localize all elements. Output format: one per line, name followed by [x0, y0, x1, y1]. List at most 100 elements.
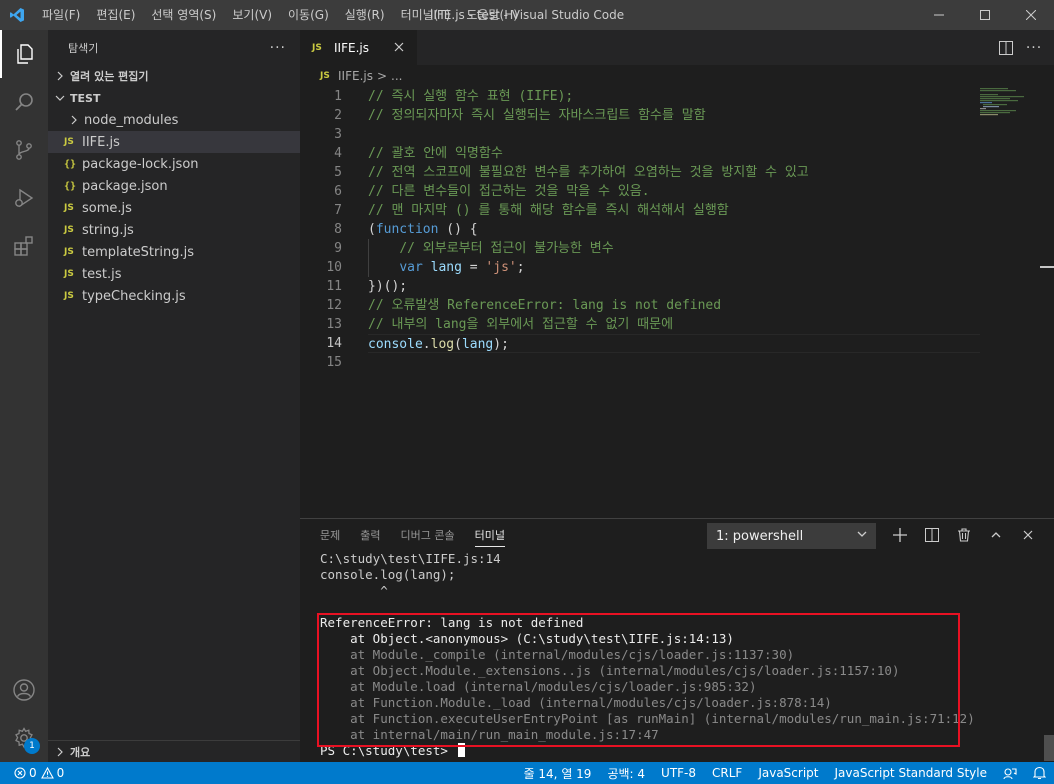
- close-window-button[interactable]: [1008, 0, 1054, 30]
- line-number: 8: [334, 222, 342, 237]
- comment: // 맨 마지막 () 를 통해 해당 함수를 즉시 해석해서 실행함: [368, 203, 729, 218]
- function-call: log: [430, 337, 455, 352]
- code-line: 13 // 내부의 lang을 외부에서 접근할 수 없기 때문에: [300, 315, 980, 334]
- line-number: 2: [334, 108, 342, 123]
- menu-bar: 파일(F) 편집(E) 선택 영역(S) 보기(V) 이동(G) 실행(R) 터…: [34, 0, 526, 30]
- chevron-up-icon: [991, 532, 1001, 538]
- activity-bar-bottom: 1: [0, 666, 48, 762]
- status-eol[interactable]: CRLF: [704, 766, 750, 780]
- tree-item-test-js[interactable]: JS test.js: [48, 263, 300, 285]
- feedback-button[interactable]: [995, 766, 1025, 780]
- source-control-button[interactable]: [0, 126, 48, 174]
- menu-go[interactable]: 이동(G): [280, 0, 337, 30]
- variable: lang: [430, 260, 462, 275]
- accounts-button[interactable]: [0, 666, 48, 714]
- close-tab-button[interactable]: [391, 39, 407, 55]
- vscode-logo-icon: [0, 0, 34, 30]
- maximize-button[interactable]: [962, 0, 1008, 30]
- tree-item-package-json[interactable]: {} package.json: [48, 175, 300, 197]
- tab-iife-js[interactable]: JS IIFE.js: [300, 30, 417, 65]
- line-number: 15: [326, 355, 342, 370]
- menu-selection[interactable]: 선택 영역(S): [143, 0, 224, 30]
- tree-item-templatestring-js[interactable]: JS templateString.js: [48, 241, 300, 263]
- line-number: 5: [334, 165, 342, 180]
- outline-section[interactable]: 개요: [48, 740, 300, 762]
- kill-terminal-button[interactable]: [948, 528, 980, 542]
- error-count: 0: [29, 766, 37, 780]
- tree-item-label: some.js: [82, 200, 132, 216]
- menu-help[interactable]: 도움말(H): [458, 0, 526, 30]
- punctuation: })();: [368, 279, 408, 294]
- js-file-icon: JS: [64, 225, 74, 235]
- tree-item-typechecking-js[interactable]: JS typeChecking.js: [48, 285, 300, 307]
- js-file-icon: JS: [64, 137, 74, 147]
- notifications-button[interactable]: [1025, 766, 1054, 780]
- tree-item-package-lock-json[interactable]: {} package-lock.json: [48, 153, 300, 175]
- js-file-icon: JS: [64, 291, 74, 301]
- maximize-panel-button[interactable]: [980, 529, 1012, 541]
- status-problems[interactable]: 0 0: [0, 766, 64, 780]
- tree-item-node-modules[interactable]: node_modules: [48, 109, 300, 131]
- close-icon: [1023, 530, 1033, 540]
- menu-file[interactable]: 파일(F): [34, 0, 88, 30]
- line-number: 1: [334, 89, 342, 104]
- tree-item-iife-js[interactable]: JS IIFE.js: [48, 131, 300, 153]
- tab-problems[interactable]: 문제: [320, 519, 340, 551]
- status-cursor-position[interactable]: 줄 14, 열 19: [516, 765, 600, 782]
- menu-edit[interactable]: 편집(E): [88, 0, 143, 30]
- close-panel-button[interactable]: [1012, 530, 1044, 540]
- outline-label: 개요: [70, 745, 91, 759]
- chevron-down-icon: [52, 94, 68, 102]
- tab-debug-console[interactable]: 디버그 콘솔: [401, 519, 455, 551]
- explorer-button[interactable]: [0, 30, 48, 78]
- paren: (: [368, 222, 376, 237]
- tree-item-string-js[interactable]: JS string.js: [48, 219, 300, 241]
- minimap[interactable]: [980, 87, 1040, 117]
- run-debug-button[interactable]: [0, 174, 48, 222]
- split-editor-button[interactable]: [992, 40, 1020, 55]
- more-actions-icon[interactable]: ···: [270, 40, 286, 56]
- json-file-icon: {}: [64, 180, 77, 192]
- folder-label: TEST: [70, 91, 101, 105]
- tree-item-label: string.js: [82, 222, 134, 238]
- dot: .: [422, 337, 431, 352]
- comment: // 전역 스코프에 불필요한 변수를 추가하여 오염하는 것을 방지할 수 있…: [368, 165, 809, 180]
- plus-icon: [893, 528, 907, 542]
- status-indentation[interactable]: 공백: 4: [599, 765, 653, 782]
- settings-badge: 1: [24, 738, 40, 754]
- settings-button[interactable]: 1: [0, 714, 48, 762]
- status-language[interactable]: JavaScript: [750, 766, 826, 780]
- split-terminal-button[interactable]: [916, 528, 948, 542]
- split-icon: [925, 528, 939, 542]
- open-editors-section[interactable]: 열려 있는 편집기: [48, 65, 300, 87]
- terminal-scrollbar[interactable]: [1044, 735, 1054, 761]
- menu-terminal[interactable]: 터미널(T): [393, 0, 459, 30]
- terminal-line: console.log(lang);: [320, 567, 456, 582]
- status-encoding[interactable]: UTF-8: [653, 766, 704, 780]
- menu-view[interactable]: 보기(V): [224, 0, 280, 30]
- string: 'js': [485, 260, 517, 275]
- line-number: 11: [326, 279, 342, 294]
- tab-terminal[interactable]: 터미널: [474, 519, 506, 551]
- folder-section[interactable]: TEST: [48, 87, 300, 109]
- code-line: 1 // 즉시 실행 함수 표현 (IIFE);: [300, 87, 980, 106]
- breadcrumb-file[interactable]: IIFE.js: [338, 69, 373, 83]
- menu-run[interactable]: 실행(R): [337, 0, 393, 30]
- minimize-button[interactable]: [916, 0, 962, 30]
- comment: // 다른 변수들이 접근하는 것을 막을 수 있음.: [368, 184, 650, 199]
- punctuation: () {: [438, 222, 478, 237]
- terminal-select[interactable]: 1: powershell: [707, 523, 876, 549]
- breadcrumb-rest[interactable]: ...: [391, 69, 402, 83]
- editor-more-icon[interactable]: ···: [1020, 40, 1048, 56]
- tree-item-some-js[interactable]: JS some.js: [48, 197, 300, 219]
- search-button[interactable]: [0, 78, 48, 126]
- code-editor[interactable]: 1 // 즉시 실행 함수 표현 (IIFE); 2 // 정의되자마자 즉시 실행…: [300, 87, 980, 372]
- new-terminal-button[interactable]: [884, 528, 916, 542]
- panel-actions: [884, 519, 1044, 551]
- explorer-sidebar: 탐색기 ··· 열려 있는 편집기 TEST node_modules JS I…: [48, 30, 300, 762]
- window-controls: [916, 0, 1054, 30]
- tab-output[interactable]: 출력: [360, 519, 380, 551]
- extensions-button[interactable]: [0, 222, 48, 270]
- code-line: 15: [300, 353, 980, 372]
- status-formatter[interactable]: JavaScript Standard Style: [826, 766, 995, 780]
